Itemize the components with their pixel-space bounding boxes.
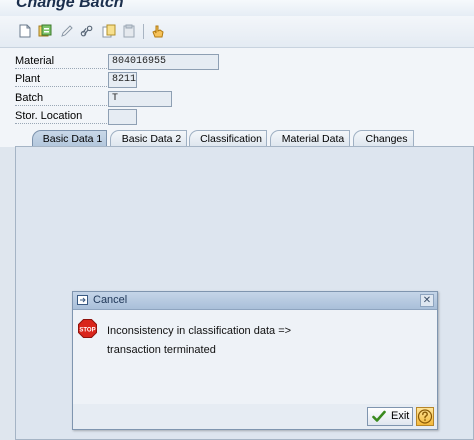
batch-label: Batch bbox=[15, 91, 107, 106]
edit-pencil-icon[interactable] bbox=[60, 24, 74, 38]
material-field[interactable]: 804016955 bbox=[108, 54, 219, 70]
tab-basic-data-2[interactable]: Basic Data 2 bbox=[110, 130, 187, 147]
stop-text: STOP bbox=[79, 328, 95, 334]
help-icon bbox=[417, 409, 433, 424]
window-icon bbox=[77, 295, 89, 306]
checkmark-icon bbox=[372, 410, 386, 423]
plant-label: Plant bbox=[15, 72, 107, 87]
dialog-header: Cancel ✕ bbox=[73, 292, 437, 310]
toolbar-separator bbox=[143, 24, 144, 39]
other-object-icon[interactable] bbox=[38, 24, 52, 38]
batch-field[interactable]: T bbox=[108, 91, 172, 107]
tab-basic-data-1[interactable]: Basic Data 1 bbox=[32, 130, 107, 147]
tab-strip: Basic Data 1 Basic Data 2 Classification… bbox=[0, 128, 474, 147]
exit-label: Exit bbox=[391, 410, 410, 422]
storage-location-field[interactable] bbox=[108, 109, 137, 125]
cancel-dialog: Cancel ✕ STOP Inconsistency in classific… bbox=[72, 291, 438, 430]
window-title: Change Batch bbox=[16, 0, 124, 11]
dialog-footer: Exit bbox=[73, 404, 437, 429]
plant-field[interactable]: 8211 bbox=[108, 72, 137, 88]
help-button[interactable] bbox=[416, 407, 434, 426]
new-document-icon[interactable] bbox=[18, 24, 32, 38]
application-toolbar bbox=[0, 16, 474, 48]
stop-icon: STOP bbox=[78, 319, 97, 338]
message-line-1: Inconsistency in classification data => bbox=[107, 325, 292, 337]
title-bar: Change Batch bbox=[0, 0, 474, 16]
paste-icon[interactable] bbox=[122, 24, 136, 38]
exit-button[interactable]: Exit bbox=[367, 407, 413, 426]
tab-changes[interactable]: Changes bbox=[353, 130, 414, 147]
close-icon[interactable]: ✕ bbox=[420, 294, 434, 307]
link-icon[interactable] bbox=[80, 24, 94, 38]
tab-material-data[interactable]: Material Data bbox=[270, 130, 350, 147]
storage-location-label: Stor. Location bbox=[15, 109, 107, 124]
message-line-2: transaction terminated bbox=[107, 344, 216, 356]
hand-pointer-icon[interactable] bbox=[151, 24, 165, 38]
tab-classification[interactable]: Classification bbox=[189, 130, 267, 147]
dialog-title: Cancel bbox=[93, 294, 128, 306]
material-label: Material bbox=[15, 54, 107, 69]
copy-icon[interactable] bbox=[102, 24, 116, 38]
header-form: Material 804016955 Plant 8211 Batch T St… bbox=[0, 48, 474, 128]
